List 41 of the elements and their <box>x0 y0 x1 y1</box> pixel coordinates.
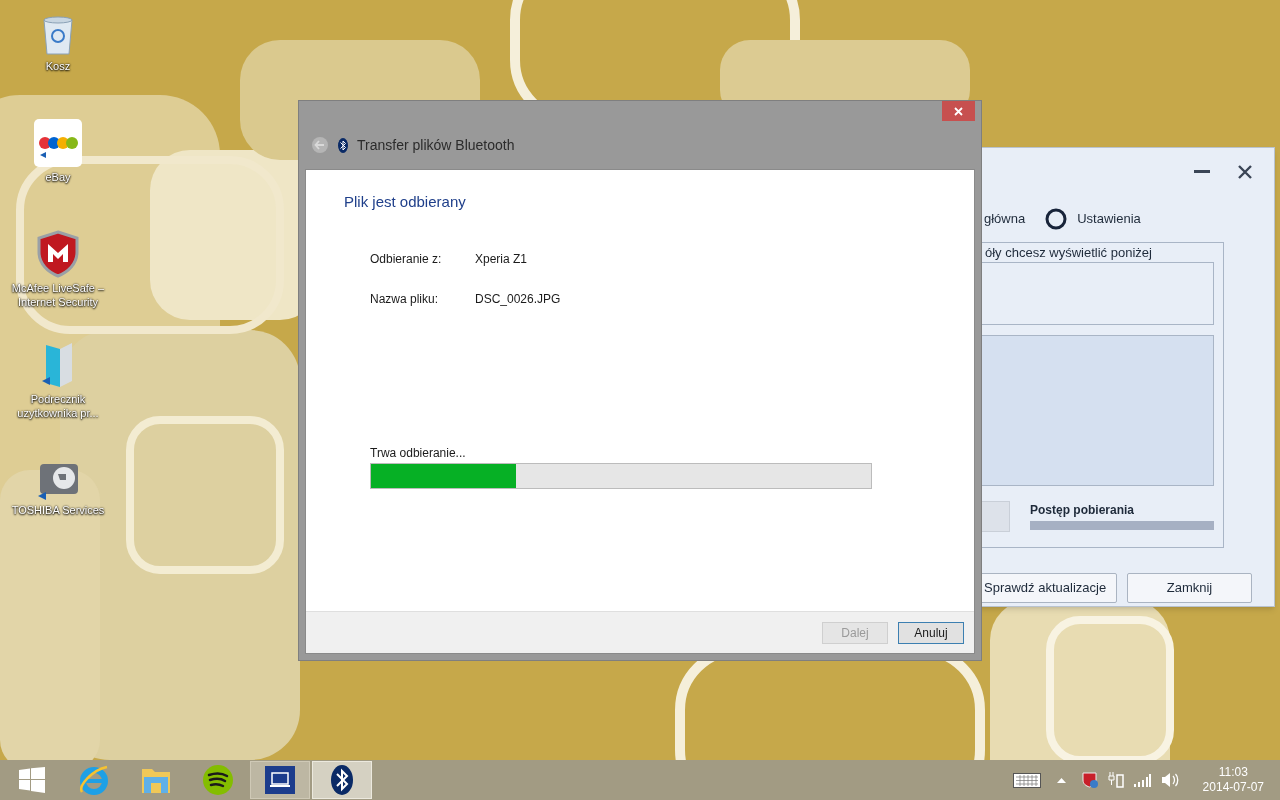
field-label: Nazwa pliku: <box>370 290 440 307</box>
window-title: Transfer plików Bluetooth <box>357 135 515 155</box>
bluetooth-icon <box>338 137 348 153</box>
desktop-icon-label[interactable]: McAfee LiveSafe – Internet Security <box>5 281 111 309</box>
taskbar-button[interactable] <box>312 761 372 799</box>
browser-icon <box>78 764 110 796</box>
clock-date[interactable]: 2014-07-07 <box>1202 780 1264 795</box>
dialog-button[interactable]: Zamknij <box>1126 573 1252 603</box>
caret-up-icon[interactable] <box>1056 777 1066 783</box>
progress-label: Trwa odbieranie... <box>370 444 467 461</box>
group-label: óły chcesz wyświetlić poniżej <box>985 244 1153 262</box>
signal-icon[interactable] <box>1133 773 1151 787</box>
page-heading: Plik jest odbierany <box>344 192 467 212</box>
clock-time[interactable]: 11:03 <box>1218 765 1248 780</box>
desktop-icon-label[interactable]: Podrecznik uzytkownika pr... <box>5 392 111 420</box>
close-button[interactable] <box>942 101 975 121</box>
battery-icon[interactable] <box>1107 771 1124 789</box>
laptop-icon <box>265 766 295 794</box>
speaker-icon[interactable] <box>1160 772 1179 788</box>
shield-icon[interactable] <box>1081 772 1098 788</box>
dialog-button[interactable]: Anuluj <box>898 621 964 644</box>
minimize-icon[interactable] <box>1194 170 1210 174</box>
close-icon[interactable] <box>1238 165 1252 179</box>
shield-icon <box>36 230 80 278</box>
desktop-icon-label[interactable]: eBay <box>5 170 111 184</box>
recycle-bin-icon <box>41 14 75 56</box>
radio-label: Ustawienia <box>1077 210 1141 229</box>
radio-label: główna <box>984 210 1026 229</box>
field-label: Odbieranie z: <box>370 250 443 267</box>
progress-label: Postęp pobierania <box>1030 502 1136 519</box>
taskbar-button[interactable] <box>250 761 310 799</box>
windows-logo-icon <box>19 767 45 793</box>
keyboard-icon[interactable] <box>1012 772 1041 788</box>
bluetooth-icon <box>331 765 353 795</box>
field-value: DSC_0026.JPG <box>475 290 561 307</box>
desktop-icon-label[interactable]: TOSHIBA Services <box>5 503 111 517</box>
desktop-icon-label[interactable]: Kosz <box>5 59 111 73</box>
field-value: Xperia Z1 <box>475 250 528 267</box>
sound-waves-icon <box>202 764 234 796</box>
close-icon <box>954 106 963 116</box>
radio-button-icon[interactable] <box>1045 208 1068 230</box>
